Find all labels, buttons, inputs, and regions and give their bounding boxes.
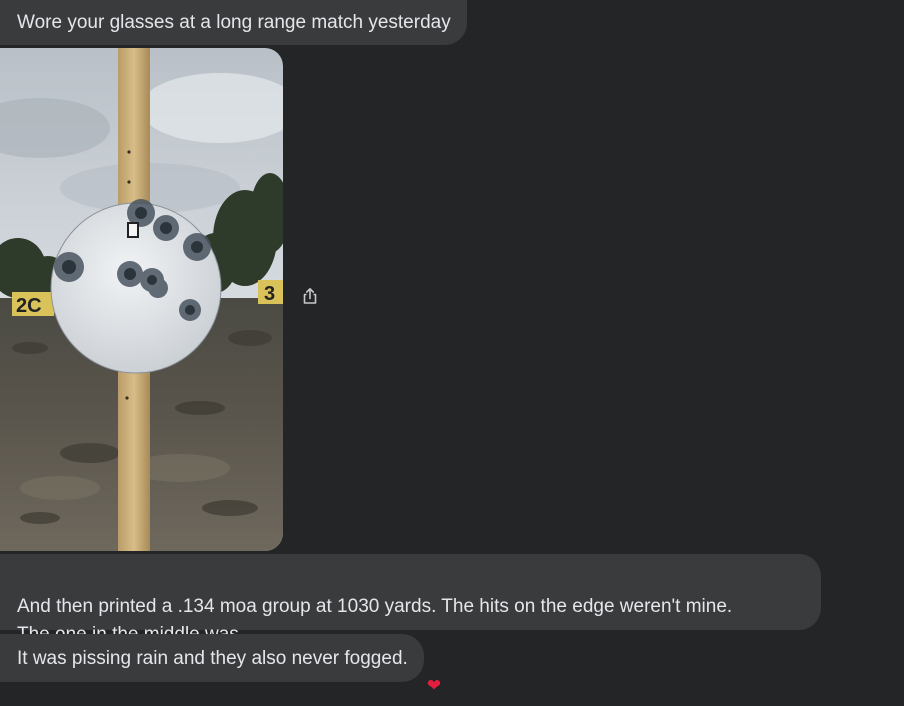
heart-icon: ❤ xyxy=(426,675,442,695)
heart-reaction[interactable]: ❤ xyxy=(421,673,447,697)
share-button[interactable] xyxy=(296,284,324,312)
photo-attachment[interactable]: 2C 3 xyxy=(0,48,283,551)
message-bubble-2[interactable]: And then printed a .134 moa group at 103… xyxy=(0,554,821,645)
message-bubble-3[interactable]: It was pissing rain and they also never … xyxy=(0,634,424,682)
share-icon xyxy=(301,287,319,310)
range-sign-right: 3 xyxy=(264,283,275,305)
message-bubble-1[interactable]: Wore your glasses at a long range match … xyxy=(0,0,467,45)
range-sign-left: 2C xyxy=(16,295,42,317)
message-text-3: It was pissing rain and they also never … xyxy=(17,648,408,669)
message-text-1: Wore your glasses at a long range match … xyxy=(17,12,451,33)
target-photo: 2C 3 xyxy=(0,48,283,551)
